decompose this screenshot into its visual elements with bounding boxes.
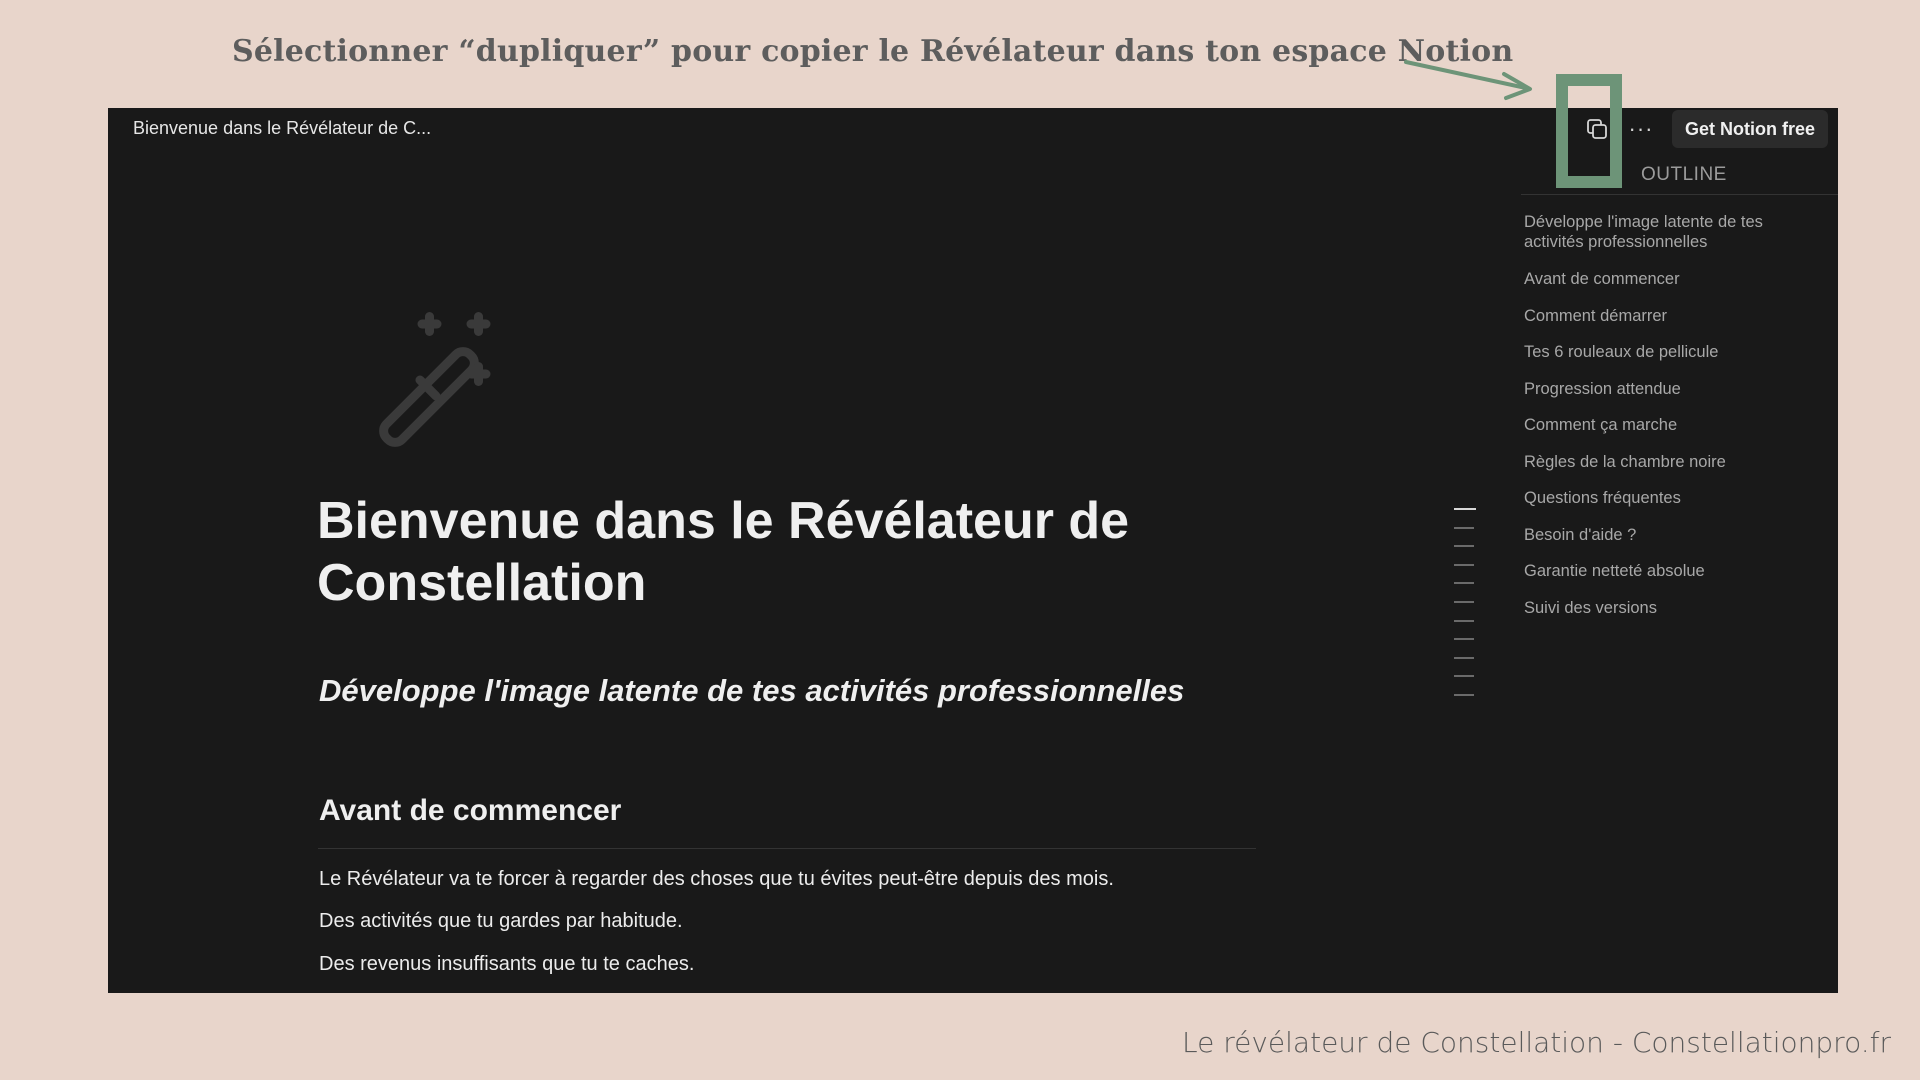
outline-item[interactable]: Règles de la chambre noire [1524,452,1814,472]
mini-toc-marker[interactable] [1454,508,1476,510]
mini-toc-marker[interactable] [1454,545,1474,548]
outline-item[interactable]: Besoin d'aide ? [1524,525,1814,545]
outline-title: OUTLINE [1641,164,1727,185]
outline-item[interactable]: Comment démarrer [1524,306,1814,326]
outline-item[interactable]: Comment ça marche [1524,415,1814,435]
outline-divider [1521,194,1838,195]
outline-item[interactable]: Tes 6 rouleaux de pellicule [1524,342,1814,362]
magic-wand-icon [379,312,491,447]
mini-toc-marker[interactable] [1454,582,1474,585]
mini-toc[interactable] [1454,508,1476,713]
section-divider [318,848,1256,849]
section-heading: Avant de commencer [319,794,622,827]
outline-item[interactable]: Avant de commencer [1524,269,1814,289]
footer-credit: Le révélateur de Constellation - Constel… [1182,1026,1891,1059]
get-notion-free-button[interactable]: Get Notion free [1672,110,1829,148]
outline-item[interactable]: Développe l'image latente de tes activit… [1524,212,1814,252]
outline-list: Développe l'image latente de tes activit… [1524,212,1814,634]
mini-toc-marker[interactable] [1454,638,1474,641]
mini-toc-marker[interactable] [1454,600,1474,603]
page-title: Bienvenue dans le Révélateur de Constell… [317,492,1130,612]
arrow-icon [1404,60,1532,100]
mini-toc-marker[interactable] [1454,693,1474,696]
paragraph: Des activités que tu gardes par habitude… [319,910,683,932]
mini-toc-marker[interactable] [1454,619,1474,622]
breadcrumb-page-title[interactable]: Bienvenue dans le Révélateur de C... [133,118,431,139]
outline-item[interactable]: Progression attendue [1524,379,1814,399]
mini-toc-marker[interactable] [1454,526,1474,529]
outline-item[interactable]: Suivi des versions [1524,598,1814,618]
more-options-button[interactable]: ··· [1624,112,1658,146]
outline-item[interactable]: Garantie netteté absolue [1524,561,1814,581]
paragraph: Le Révélateur va te forcer à regarder de… [319,868,1114,890]
page-subtitle: Développe l'image latente de tes activit… [319,673,1185,708]
instruction-text: Sélectionner “dupliquer” pour copier le … [232,34,1514,69]
mini-toc-marker[interactable] [1454,563,1474,566]
mini-toc-marker[interactable] [1454,675,1474,678]
notion-window: Bienvenue dans le Révélateur de C... ···… [108,108,1838,993]
mini-toc-marker[interactable] [1454,656,1474,659]
paragraph: Des revenus insuffisants que tu te cache… [319,953,695,975]
duplicate-highlight-box [1556,74,1622,188]
outline-item[interactable]: Questions fréquentes [1524,488,1814,508]
